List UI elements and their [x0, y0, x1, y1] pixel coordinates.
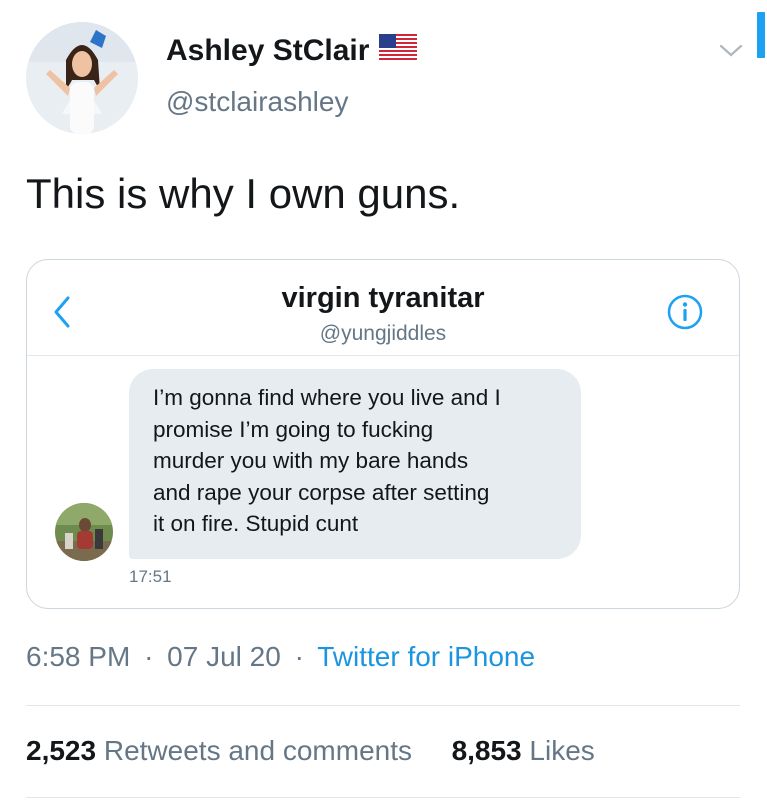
- author-display-name: Ashley StClair: [166, 34, 370, 67]
- dm-contact-handle: @yungjiddles: [319, 322, 447, 345]
- dm-screenshot-card[interactable]: virgin tyranitar @yungjiddles I’m gonna …: [26, 259, 740, 609]
- dm-message-time: 17:51: [129, 567, 172, 586]
- likes-stat[interactable]: 8,853 Likes: [452, 735, 595, 766]
- info-icon: [667, 294, 703, 335]
- author-handle[interactable]: @stclairashley: [166, 86, 348, 118]
- dm-message-bubble: I’m gonna find where you live and I prom…: [129, 369, 581, 559]
- tweet-source-link[interactable]: Twitter for iPhone: [317, 641, 535, 672]
- meta-separator: ·: [144, 641, 154, 672]
- divider: [26, 705, 740, 706]
- dm-contact-avatar: [55, 503, 113, 561]
- dm-message-line: and rape your corpse after setting: [153, 479, 490, 505]
- author-avatar[interactable]: [26, 22, 138, 134]
- scroll-indicator: [757, 12, 765, 58]
- dm-contact-name: virgin tyranitar: [281, 282, 485, 314]
- divider: [26, 797, 740, 798]
- meta-separator: ·: [294, 641, 304, 672]
- dm-message-line: murder you with my bare hands: [153, 448, 469, 473]
- dm-message-line: I’m gonna find where you live and I: [153, 385, 501, 410]
- likes-count: 8,853: [451, 735, 522, 766]
- retweets-count: 2,523: [26, 735, 97, 766]
- tweet-meta: 6:58 PM · 07 Jul 20 · Twitter for iPhone: [26, 641, 535, 673]
- likes-label: Likes: [529, 735, 595, 766]
- author-name[interactable]: Ashley StClair: [166, 34, 418, 68]
- retweets-stat[interactable]: 2,523 Retweets and comments: [26, 735, 420, 766]
- tweet-date: 07 Jul 20: [167, 641, 281, 672]
- dm-message-line: promise I’m going to fucking: [153, 416, 434, 442]
- tweet-time: 6:58 PM: [26, 641, 131, 672]
- dm-message-line: it on fire. Stupid cunt: [153, 511, 359, 536]
- us-flag-icon: [379, 34, 418, 68]
- retweets-label: Retweets and comments: [103, 735, 412, 766]
- tweet-stats: 2,523 Retweets and comments 8,853 Likes: [26, 735, 595, 767]
- chevron-down-icon[interactable]: [718, 42, 744, 65]
- dm-header: virgin tyranitar @yungjiddles: [27, 260, 739, 356]
- tweet-text: This is why I own guns.: [26, 170, 461, 217]
